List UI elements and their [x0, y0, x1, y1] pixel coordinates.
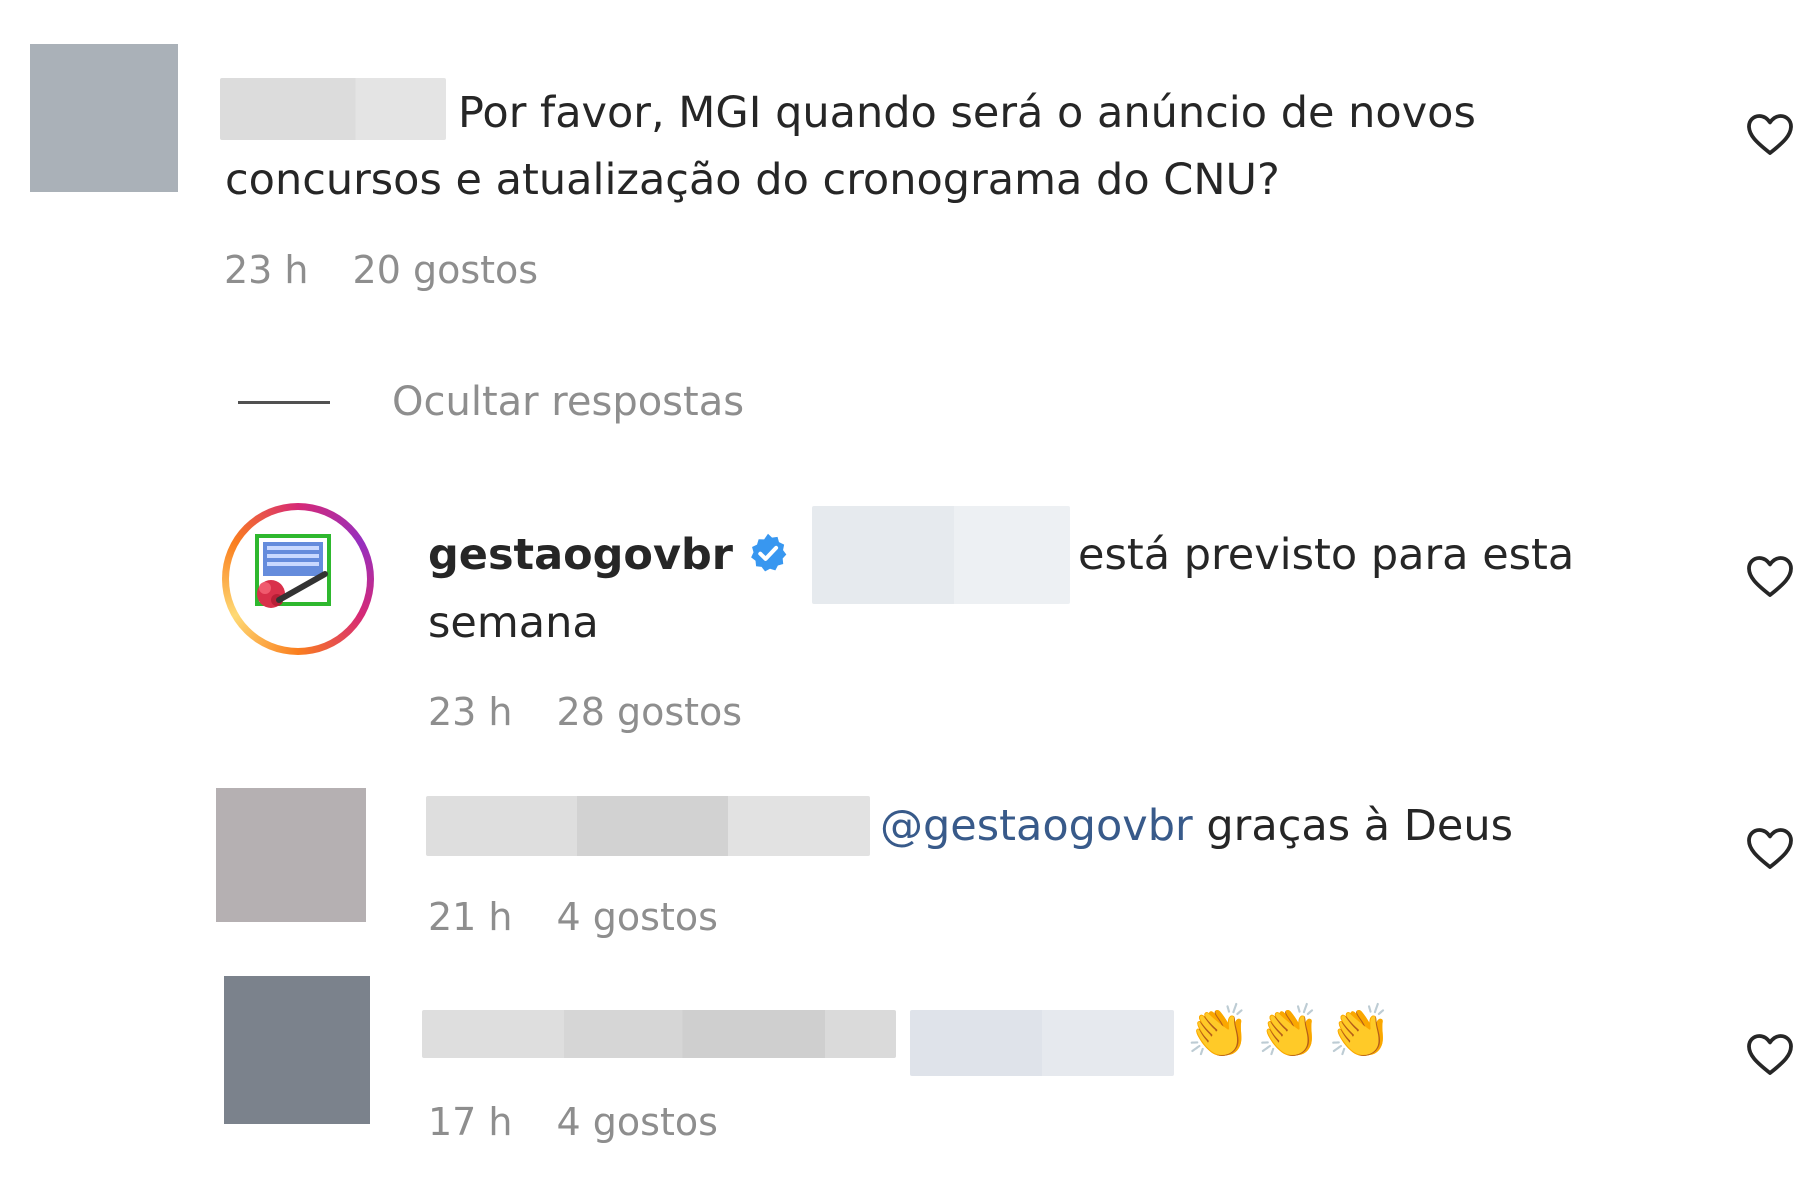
profile-logo-icon: [235, 516, 347, 628]
avatar[interactable]: [222, 503, 374, 655]
mention-link[interactable]: @gestaogovbr: [880, 801, 1193, 851]
avatar[interactable]: [224, 976, 370, 1124]
like-heart-icon[interactable]: [1746, 554, 1794, 598]
comment-text-line2: concursos e atualização do cronograma do…: [225, 155, 1280, 205]
reply-time: 21 h: [428, 895, 513, 939]
comment-text: Por favor, MGI quando será o anúncio de …: [458, 88, 1476, 138]
redacted-text: [910, 1010, 1174, 1076]
reply-likes[interactable]: 4 gostos: [557, 1100, 718, 1144]
comment-meta: 23 h 20 gostos: [224, 248, 538, 292]
username[interactable]: gestaogovbr: [428, 530, 733, 580]
like-heart-icon[interactable]: [1746, 1032, 1794, 1076]
like-heart-icon[interactable]: [1746, 826, 1794, 870]
reply-text-line2: semana: [428, 598, 599, 648]
reply-likes[interactable]: 4 gostos: [557, 895, 718, 939]
comment-likes[interactable]: 20 gostos: [353, 248, 539, 292]
redacted-username: [426, 796, 870, 856]
avatar[interactable]: [216, 788, 366, 922]
reply-time: 17 h: [428, 1100, 513, 1144]
hide-replies-label: Ocultar respostas: [392, 379, 745, 425]
reply-meta: 21 h 4 gostos: [428, 895, 718, 939]
avatar[interactable]: [30, 44, 178, 192]
hide-replies-button[interactable]: Ocultar respostas: [238, 372, 744, 432]
reply-time: 23 h: [428, 690, 513, 734]
comment-time: 23 h: [224, 248, 309, 292]
reply-text: está previsto para esta: [1078, 530, 1575, 580]
divider-line: [238, 400, 330, 404]
redacted-username: [422, 1010, 896, 1058]
reply-text: graças à Deus: [1206, 801, 1514, 851]
redacted-text: [812, 506, 1070, 604]
verified-badge-icon: [746, 531, 790, 575]
reply-likes[interactable]: 28 gostos: [557, 690, 743, 734]
like-heart-icon[interactable]: [1746, 112, 1794, 156]
reply-meta: 23 h 28 gostos: [428, 690, 742, 734]
reply-line1: gestaogovbr: [428, 522, 733, 589]
reply-line: @gestaogovbr graças à Deus: [880, 793, 1513, 860]
redacted-username: [220, 78, 446, 140]
clapping-hands-emoji: 👏👏👏: [1186, 1002, 1399, 1062]
reply-meta: 17 h 4 gostos: [428, 1100, 718, 1144]
